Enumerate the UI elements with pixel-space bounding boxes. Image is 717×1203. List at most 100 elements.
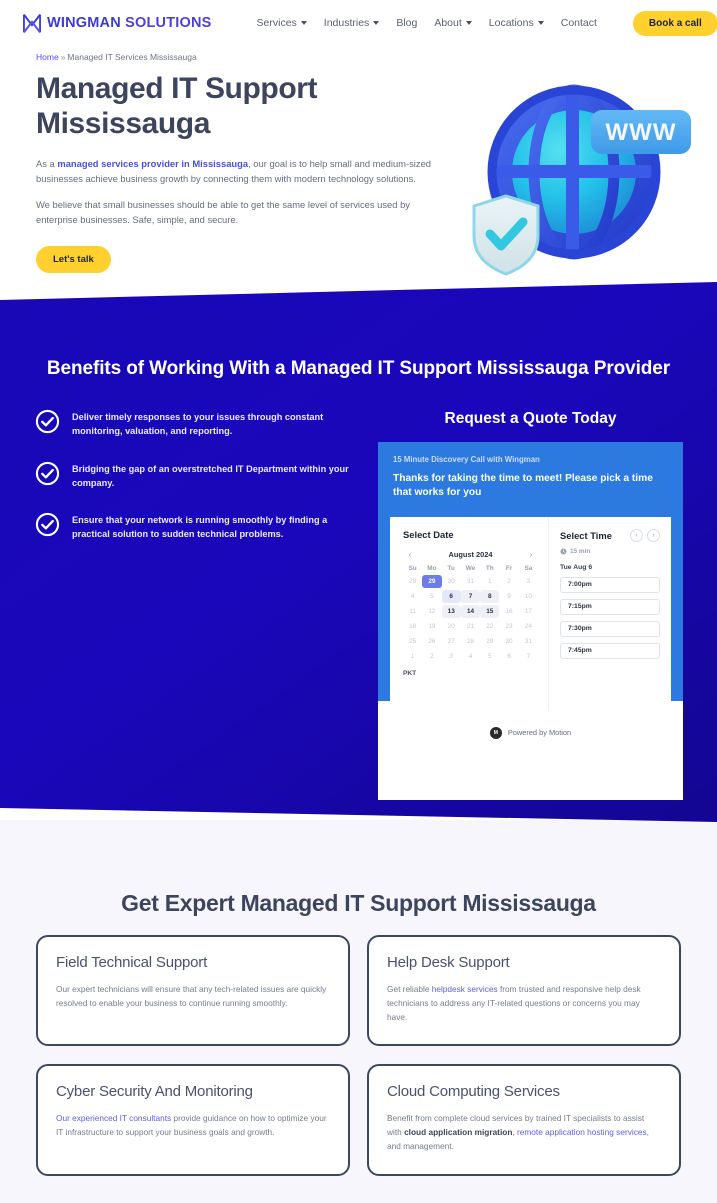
weekday-label: Su [408,564,417,572]
weekday-label: We [465,564,476,572]
powered-by-label[interactable]: Powered by Motion [508,728,571,737]
benefits-section: Benefits of Working With a Managed IT Su… [0,270,717,850]
page-title: Managed IT Support Mississauga [36,72,318,140]
service-card-body: Get reliable helpdesk services from trus… [387,982,661,1024]
book-a-call-button[interactable]: Book a call [632,10,717,36]
calendar-day: 19 [428,622,436,630]
service-card-cyber-security-and-monitoring[interactable]: Cyber Security And Monitoring Our experi… [36,1064,350,1176]
nav-label: Industries [323,17,370,29]
calendar-day: 4 [468,652,473,660]
calendar-day: 16 [505,607,513,615]
chevron-down-icon [465,21,472,25]
time-picker: Select Time ‹ › 15 min Tue Aug 6 7:00pm … [548,516,671,711]
calendar-day[interactable]: 14 [460,604,481,618]
calendar-day[interactable]: 6 [441,589,461,603]
calendar-day: 30 [505,637,513,645]
nav-label: Contact [560,17,597,29]
body-pre: Get reliable [387,984,432,994]
calendar-day[interactable]: 7 [460,589,481,603]
benefit-text: Bridging the gap of an overstretched IT … [72,463,349,488]
services-card-grid: Field Technical Support Our expert techn… [36,935,681,1176]
calendar-day: 22 [486,622,494,630]
main-navigation: Services Industries Blog About Locations… [257,17,597,29]
calendar-day: 3 [449,652,453,660]
calendar-day: 5 [430,592,434,600]
breadcrumb-home-link[interactable]: Home [36,52,59,62]
service-card-field-technical-support[interactable]: Field Technical Support Our expert techn… [36,935,350,1047]
nav-item-about[interactable]: About [434,17,472,29]
nav-item-blog[interactable]: Blog [396,17,417,29]
benefits-heading: Benefits of Working With a Managed IT Su… [46,358,671,379]
nav-label: About [434,17,462,29]
hero-p1-link[interactable]: managed services provider in Mississauga [57,158,248,169]
calendar-day: 25 [409,637,417,645]
benefit-text: Ensure that your network is running smoo… [72,515,328,540]
calendar-day: 2 [430,652,434,660]
nav-item-locations[interactable]: Locations [489,17,544,29]
calendar-day: 30 [447,577,455,585]
time-slot[interactable]: 7:30pm [560,620,660,637]
calendar-day: 27 [447,637,455,645]
benefit-item: Bridging the gap of an overstretched IT … [35,460,355,491]
calendar-card: Select Date ‹ August 2024 › Su Mo Tu We [390,516,671,711]
nav-label: Blog [396,17,418,29]
calendar-month-nav: ‹ August 2024 › [403,550,538,559]
service-card-cloud-computing-services[interactable]: Cloud Computing Services Benefit from co… [367,1064,681,1176]
calendar-day[interactable]: 15 [480,604,500,618]
calendar-day: 7 [526,652,531,660]
breadcrumb-current: Managed IT Services Mississauga [67,52,197,62]
time-slot[interactable]: 7:00pm [560,576,660,593]
calendar-day: 2 [507,577,511,585]
it-consultants-link[interactable]: Our experienced IT consultants [56,1113,171,1123]
booking-widget-header: 15 Minute Discovery Call with Wingman Th… [378,442,683,517]
weekday-label: Sa [524,564,533,572]
calendar-day: 5 [488,652,492,660]
booking-widget: 15 Minute Discovery Call with Wingman Th… [378,442,683,800]
time-slot[interactable]: 7:45pm [560,642,660,659]
timezone-label[interactable]: PKT [403,670,538,677]
nav-item-industries[interactable]: Industries [324,17,380,29]
booking-intro-text: Thanks for taking the time to meet! Plea… [393,473,653,499]
calendar-day[interactable]: 8 [480,589,500,603]
nav-item-services[interactable]: Services [257,17,307,29]
service-card-help-desk-support[interactable]: Help Desk Support Get reliable helpdesk … [367,935,681,1047]
calendar-day[interactable]: 13 [441,604,461,618]
calendar-day: 12 [428,607,436,615]
calendar-day: 4 [410,592,415,600]
duration-label: 15 min [570,547,591,555]
select-date-label: Select Date [403,528,454,540]
nav-label: Locations [488,17,534,29]
time-slot[interactable]: 7:15pm [560,598,660,615]
logo-text-secondary: SOLUTIONS [125,15,212,31]
remote-hosting-link[interactable]: remote application hosting services [517,1127,647,1137]
hero-p1-pre: As a [36,157,58,169]
request-quote-heading: Request a Quote Today [444,410,617,427]
clock-icon [560,548,567,555]
calendar-day: 1 [410,652,415,660]
check-circle-icon [35,409,60,434]
duration-row: 15 min [560,548,660,555]
svg-text:WWW: WWW [606,119,677,146]
calendar-day: 18 [409,622,417,630]
helpdesk-services-link[interactable]: helpdesk services [432,984,498,994]
prev-day-button[interactable]: ‹ [630,528,643,542]
calendar-day: 10 [524,592,532,600]
next-month-button[interactable]: › [526,550,536,559]
chevron-down-icon [300,21,307,25]
date-picker: Select Date ‹ August 2024 › Su Mo Tu We [390,517,548,711]
next-day-button[interactable]: › [647,528,660,542]
services-heading: Get Expert Managed IT Support Mississaug… [121,890,596,916]
benefit-item: Ensure that your network is running smoo… [35,511,355,542]
booking-widget-body: Select Date ‹ August 2024 › Su Mo Tu We [378,516,683,711]
service-card-title: Cloud Computing Services [387,1083,560,1101]
calendar-day: 6 [507,652,511,660]
site-logo[interactable]: WINGMAN SOLUTIONS [22,13,212,34]
nav-item-contact[interactable]: Contact [561,17,597,29]
lets-talk-button[interactable]: Let's talk [36,245,111,273]
calendar-day[interactable]: 29 [422,574,442,588]
prev-month-button[interactable]: ‹ [405,550,415,559]
wingman-m-logo-icon [22,13,42,33]
benefit-item: Deliver timely responses to your issues … [35,408,355,439]
calendar-day: 1 [488,577,492,585]
calendar-day: 23 [505,622,513,630]
